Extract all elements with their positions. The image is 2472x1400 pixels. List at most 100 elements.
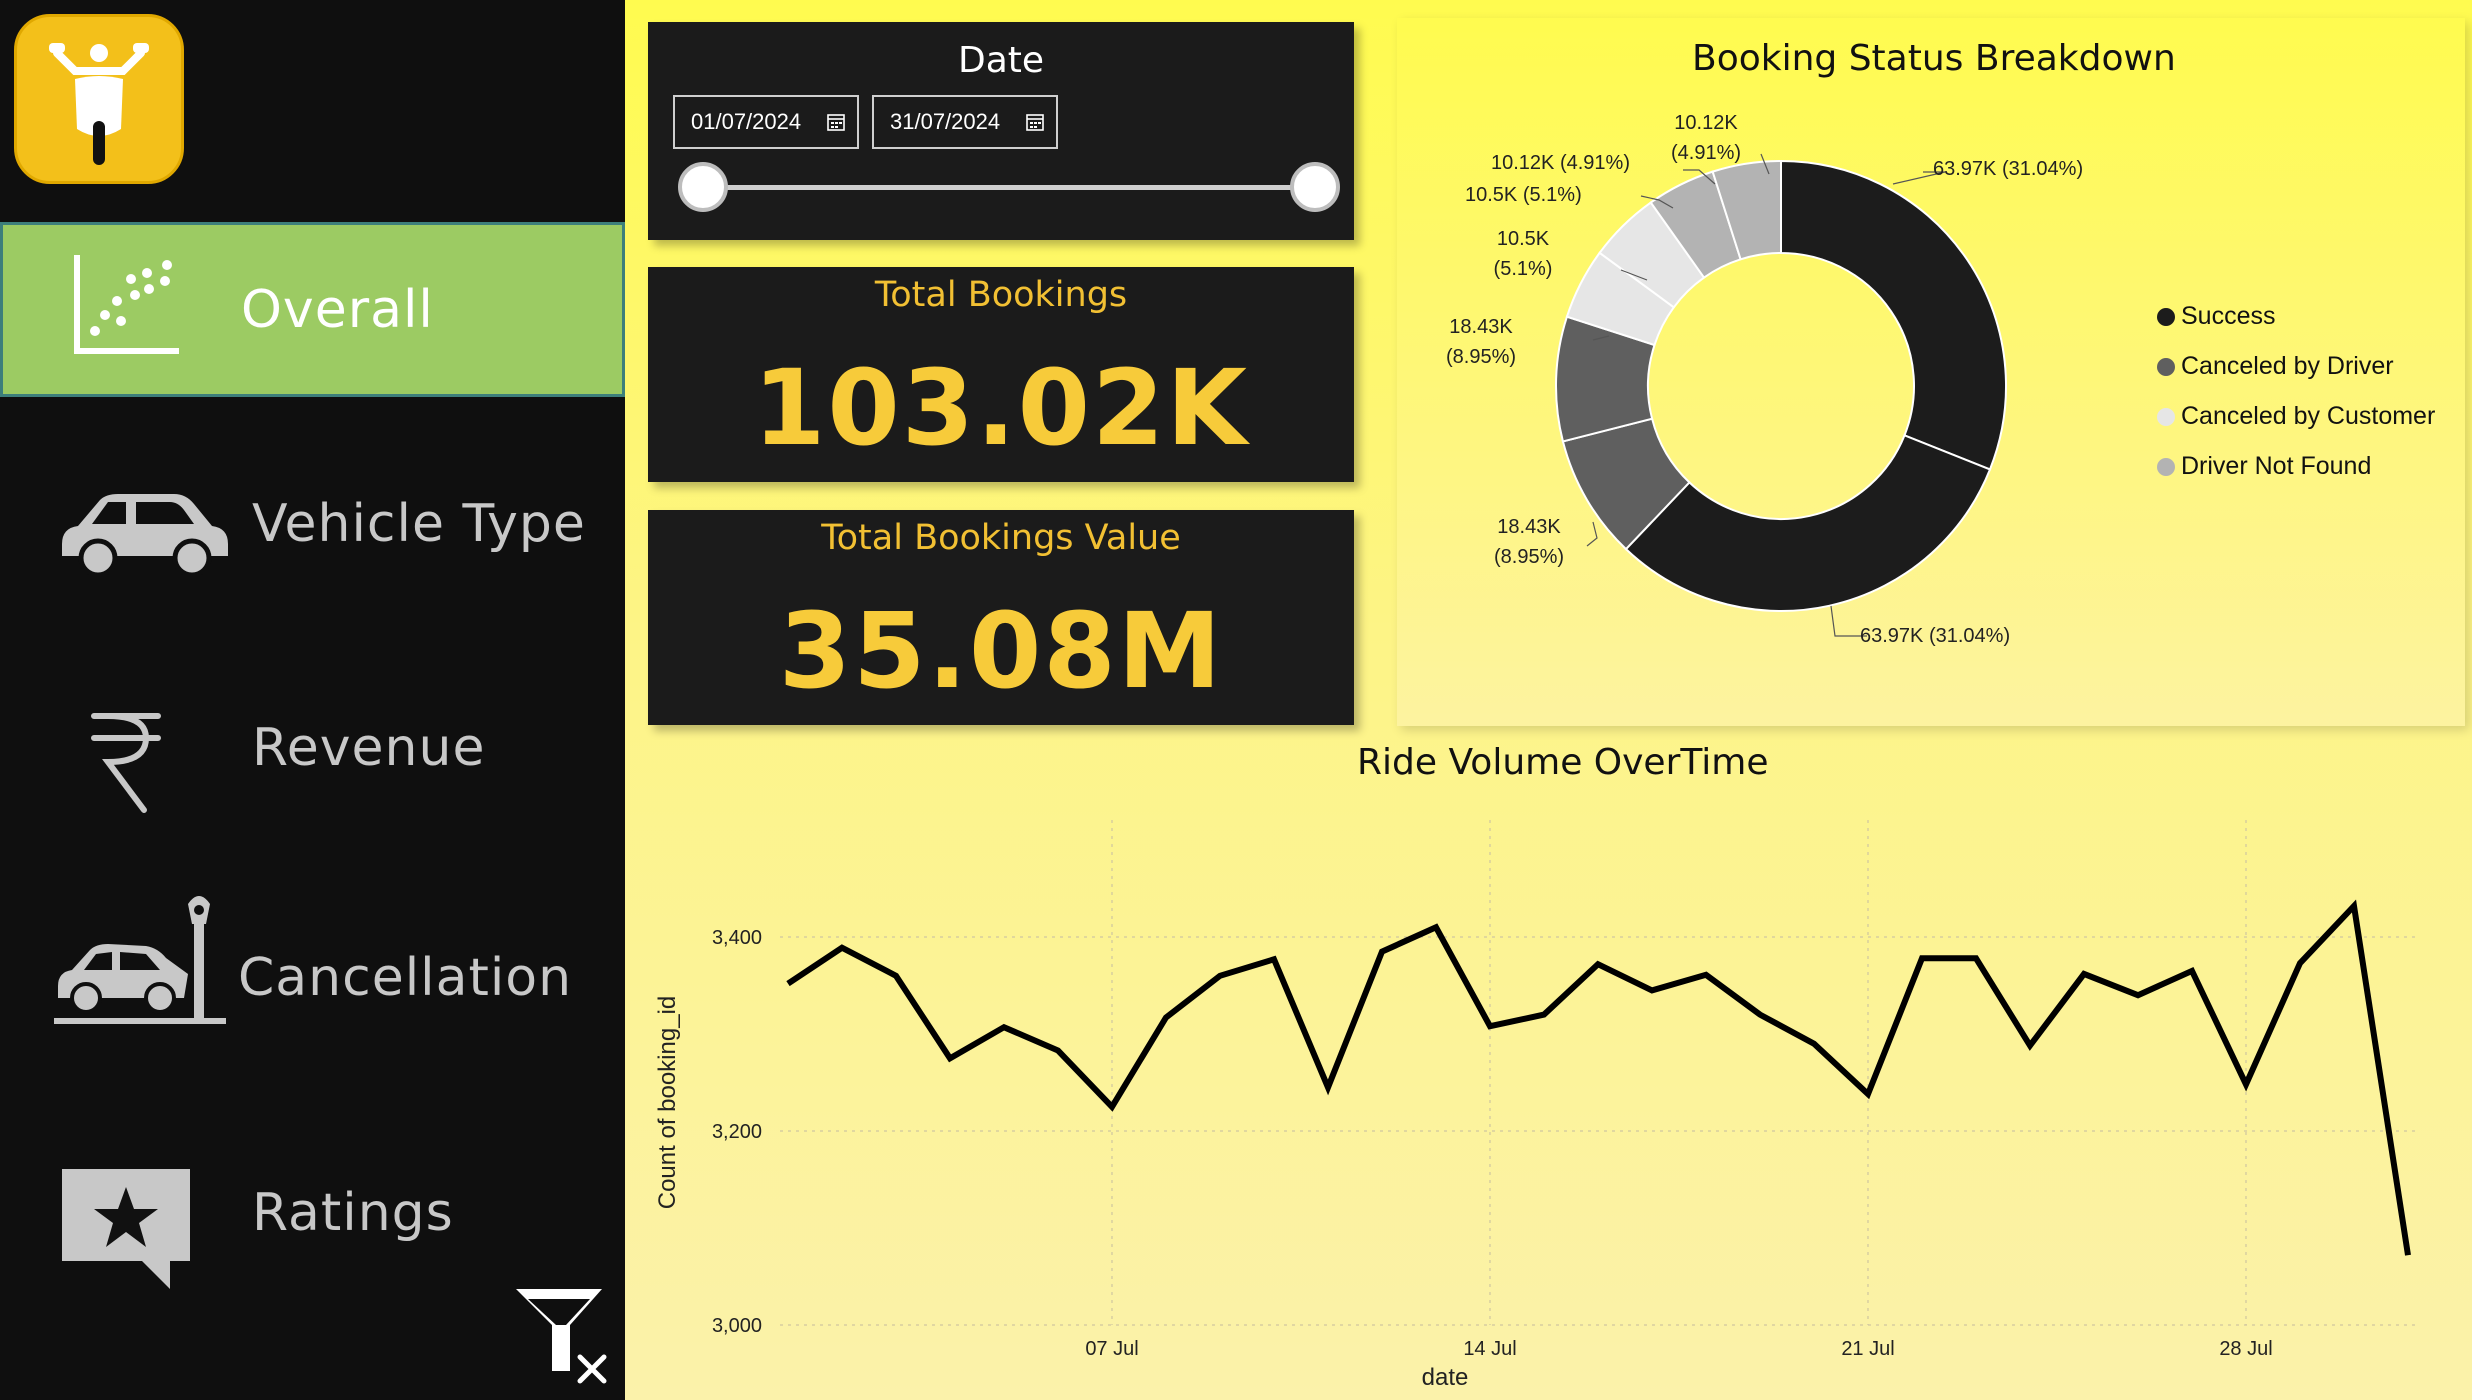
legend-dot-icon [2157, 357, 2175, 376]
data-point [1865, 1091, 1871, 1097]
car-icon [62, 494, 228, 576]
donut-slice-success[interactable] [1624, 434, 1992, 612]
kpi-title: Total Bookings Value [821, 518, 1181, 558]
y-tick-label: 3,400 [712, 927, 762, 949]
data-point [2081, 971, 2087, 977]
end-date-input[interactable]: 31/07/2024 [872, 95, 1058, 149]
slice-label-line: (8.95%) [1445, 346, 1517, 368]
sidebar-item-overall[interactable]: Overall [0, 222, 625, 397]
data-point [1325, 1084, 1331, 1090]
nav-label-revenue: Revenue [252, 717, 486, 778]
sidebar-item-cancellation[interactable]: Cancellation [0, 890, 625, 1065]
legend-label: Driver Not Found [2181, 452, 2372, 480]
end-date-value: 31/07/2024 [890, 109, 1001, 134]
slice-label-driver-b: 18.43K (8.95%) [1481, 512, 1577, 572]
legend-item-canceled-by-customer[interactable]: Canceled by Customer [2157, 402, 2435, 431]
data-point [1109, 1104, 1115, 1110]
app-logo [14, 14, 184, 184]
nav-label-overall: Overall [241, 279, 434, 340]
line-chart-title: Ride Volume OverTime [1357, 742, 1769, 783]
slice-label-line: (8.95%) [1493, 546, 1565, 568]
x-axis-label: date [1422, 1364, 1469, 1390]
data-point [2027, 1043, 2033, 1049]
x-tick-label: 07 Jul [1085, 1338, 1138, 1360]
data-point [839, 945, 845, 951]
slice-label-line: (5.1%) [1493, 258, 1553, 280]
data-point [1217, 973, 1223, 979]
data-point [1271, 956, 1277, 962]
data-point [1001, 1024, 1007, 1030]
data-point [1703, 972, 1709, 978]
slice-label-line: 10.12K [1674, 112, 1738, 134]
data-point [1379, 949, 1385, 955]
data-point [1757, 1012, 1763, 1018]
data-point [2189, 968, 2195, 974]
data-point [2243, 1081, 2249, 1087]
clear-filter-icon[interactable] [512, 1285, 612, 1385]
car-crash-icon [54, 896, 226, 1024]
sidebar-item-ratings[interactable]: Ratings [0, 1125, 625, 1300]
kpi-value: 103.02K [753, 347, 1249, 469]
scatter-chart-icon [74, 255, 179, 354]
booking-status-donut-panel: Booking Status Breakdown 63.97K (31.04%)… [1397, 18, 2465, 726]
start-date-input[interactable]: 01/07/2024 [673, 95, 859, 149]
slice-label-customer-b: 10.5K (5.1%) [1465, 184, 1582, 206]
x-tick-label: 28 Jul [2219, 1338, 2272, 1360]
data-point [1811, 1041, 1817, 1047]
donut-slice-success[interactable] [1780, 159, 2007, 471]
nav-label-cancellation: Cancellation [238, 947, 573, 1008]
calendar-icon[interactable] [827, 113, 845, 131]
data-point [1487, 1023, 1493, 1029]
date-range-slider-track[interactable] [703, 185, 1315, 190]
kpi-value: 35.08M [778, 590, 1224, 712]
legend-item-canceled-by-driver[interactable]: Canceled by Driver [2157, 352, 2394, 381]
slice-label-driver-a: 18.43K (8.95%) [1433, 312, 1529, 372]
slice-label-line: 18.43K [1449, 316, 1513, 338]
kpi-title: Total Bookings [874, 275, 1128, 315]
data-point [1649, 987, 1655, 993]
data-point [2135, 992, 2141, 998]
y-tick-label: 3,000 [712, 1315, 762, 1337]
legend-label: Canceled by Customer [2181, 402, 2436, 430]
slice-label-success-top: 63.97K (31.04%) [1933, 158, 2084, 180]
legend-dot-icon [2157, 407, 2175, 426]
sidebar-nav: Overall Vehicle Type Revenue Cancellatio… [0, 0, 625, 1400]
y-axis-label: Count of booking_id [654, 996, 681, 1210]
start-date-value: 01/07/2024 [691, 109, 802, 134]
slider-handle-end[interactable] [1290, 162, 1340, 212]
slice-label-line: 18.43K [1497, 516, 1561, 538]
kpi-card-total-bookings-value: Total Bookings Value 35.08M [648, 510, 1354, 725]
legend-item-driver-not-found[interactable]: Driver Not Found [2157, 452, 2371, 481]
data-point [1055, 1047, 1061, 1053]
scooter-icon [49, 43, 149, 165]
legend-item-success[interactable]: Success [2157, 302, 2275, 331]
y-tick-label: 3,200 [712, 1121, 762, 1143]
rupee-icon [91, 713, 161, 813]
legend-label: Canceled by Driver [2181, 352, 2394, 380]
legend-dot-icon [2157, 307, 2175, 326]
data-point [2351, 903, 2357, 909]
slice-label-dnf-a: 10.12K (4.91%) [1491, 152, 1630, 174]
slider-handle-start[interactable] [678, 162, 728, 212]
calendar-icon[interactable] [1026, 113, 1044, 131]
nav-label-ratings: Ratings [252, 1182, 454, 1243]
data-point [1595, 961, 1601, 967]
data-point [1433, 924, 1439, 930]
data-point [2297, 960, 2303, 966]
legend-dot-icon [2157, 457, 2175, 476]
ride-volume-line-chart: 07 Jul 14 Jul 21 Jul 28 Jul 3,000 3,200 3,400 d… [654, 820, 2420, 1390]
slice-label-success-bottom: 63.97K (31.04%) [1860, 625, 2011, 647]
kpi-card-total-bookings: Total Bookings 103.02K [648, 267, 1354, 482]
data-point [1541, 1012, 1547, 1018]
data-point [1973, 955, 1979, 961]
data-point [947, 1055, 953, 1061]
data-point [1919, 955, 1925, 961]
sidebar-item-revenue[interactable]: Revenue [0, 660, 625, 835]
slice-label-line: 10.5K [1496, 228, 1550, 250]
x-tick-label: 14 Jul [1463, 1338, 1516, 1360]
legend-label: Success [2181, 302, 2276, 330]
star-bubble-icon [62, 1169, 190, 1289]
sidebar-item-vehicle-type[interactable]: Vehicle Type [0, 436, 625, 611]
slice-label-dnf-b: 10.12K (4.91%) [1661, 108, 1751, 168]
ride-volume-series-line [786, 899, 2411, 1256]
